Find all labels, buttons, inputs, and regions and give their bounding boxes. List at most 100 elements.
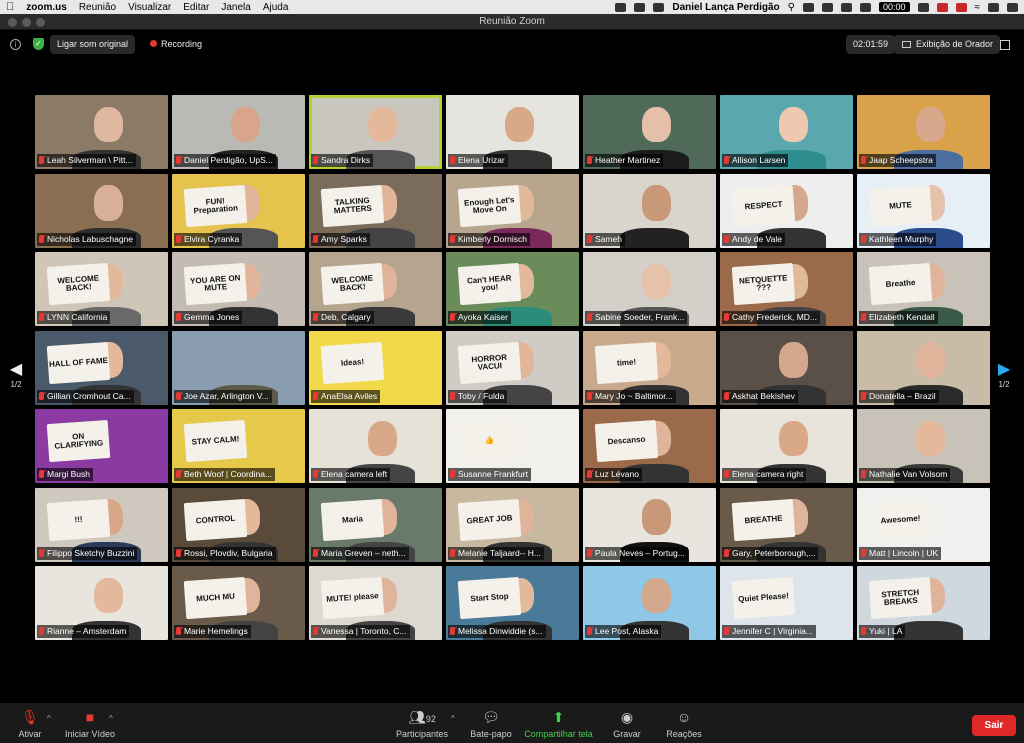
participant-tile[interactable]: ON CLARIFYING Margi Bush <box>35 409 168 483</box>
participant-tile[interactable]: Heather Martinez <box>583 95 716 169</box>
record-button[interactable]: ◉ Gravar <box>597 707 657 739</box>
participant-tile[interactable]: Donatella – Brazil <box>857 330 990 405</box>
user-icon[interactable] <box>653 2 665 12</box>
participant-tile[interactable]: MUTE Kathleen Murphy <box>857 173 990 248</box>
meeting-topbar: i ✓ Ligar som original Recording 02:01:5… <box>0 31 1024 59</box>
participant-tile[interactable]: STAY CALM! Beth Woof | Coordina... <box>172 409 305 483</box>
participant-tile[interactable]: Lee Post, Alaska <box>583 566 716 640</box>
participant-tile[interactable]: Can't HEAR you! Ayoka Kaiser <box>446 252 579 326</box>
menu-janela[interactable]: Janela <box>221 2 250 13</box>
participant-tile[interactable]: Rianne – Amsterdam <box>35 566 168 640</box>
participant-name: Deb, Calgary <box>321 312 371 322</box>
participant-tile[interactable]: YOU ARE ON MUTE Gemma Jones <box>172 252 305 326</box>
menu-ajuda[interactable]: Ajuda <box>263 2 289 13</box>
next-page-button[interactable]: ▶ 1/2 <box>997 360 1011 400</box>
participant-tile[interactable]: Joe Azar, Arlington V... <box>172 330 305 405</box>
chat-button[interactable]: 💬︎ Bate-papo <box>461 707 521 739</box>
participant-tile[interactable]: MUCH MU Marie Hemelings <box>172 566 305 640</box>
participant-tile[interactable]: MUTE! please Vanessa | Toronto, C... <box>309 566 442 640</box>
participant-tile[interactable]: CONTROL Rossi, Plovdiv, Bulgaria <box>172 487 305 562</box>
start-video-button[interactable]: ■ Iniciar Vídeo <box>60 707 120 739</box>
leave-meeting-button[interactable]: Sair <box>972 715 1016 736</box>
search-icon[interactable]: ⚲ <box>788 2 795 13</box>
participant-tile[interactable]: RESPECT Andy de Vale <box>720 173 853 248</box>
participant-tile[interactable]: HALL OF FAME Gillian Cromhout Ca... <box>35 330 168 405</box>
fullscreen-window-icon[interactable] <box>36 18 45 27</box>
participant-tile[interactable]: Nathalie Van Volsom <box>857 409 990 483</box>
share-screen-button[interactable]: ⬆ Compartilhar tela <box>521 707 596 739</box>
tray-icon[interactable] <box>615 2 627 12</box>
participant-tile[interactable]: STRETCH BREAKS Yuki | LA <box>857 566 990 640</box>
cloud-icon[interactable] <box>840 2 852 12</box>
participant-tile[interactable]: Elena camera left <box>309 409 442 483</box>
participant-tile[interactable]: BREATHE Gary, Peterborough,... <box>720 487 853 562</box>
unmute-button[interactable]: 🎙︎ Ativar <box>0 707 60 739</box>
menu-visualizar[interactable]: Visualizar <box>128 2 171 13</box>
control-center-icon[interactable] <box>988 2 999 12</box>
dropbox-icon[interactable] <box>634 2 646 12</box>
participant-sign: ON CLARIFYING <box>47 420 111 463</box>
siri-icon[interactable] <box>1007 2 1018 12</box>
participant-tile[interactable]: Ideas! AnaElsa Aviles <box>309 330 442 405</box>
participant-tile[interactable]: Leah Silverman \ Pitt... <box>35 95 168 169</box>
participant-tile[interactable]: Paula Neves – Portug... <box>583 487 716 562</box>
recording-indicator[interactable]: Recording <box>150 39 202 49</box>
menu-app-name[interactable]: zoom.us <box>26 2 67 13</box>
participant-tile[interactable]: Sandra Dirks <box>309 95 442 169</box>
participant-tile[interactable]: Askhat Bekishev <box>720 330 853 405</box>
video-options-chevron-icon[interactable]: ^ <box>109 714 113 723</box>
close-window-icon[interactable] <box>8 18 17 27</box>
participant-tile[interactable]: Nicholas Labuschagne <box>35 173 168 248</box>
participant-tile[interactable]: Start Stop Melissa Dinwiddie (s... <box>446 566 579 640</box>
info-icon[interactable]: i <box>10 39 21 50</box>
participant-tile[interactable]: Jaap Scheepstra <box>857 95 990 169</box>
tray-icon[interactable] <box>955 2 967 12</box>
view-mode-button[interactable]: Exibição de Orador <box>894 35 1001 54</box>
participant-tile[interactable]: Quiet Please! Jennifer C | Virginia... <box>720 566 853 640</box>
participant-tile[interactable]: Elena Urizar <box>446 95 579 169</box>
prev-page-button[interactable]: ◀ 1/2 <box>9 360 23 400</box>
participant-tile[interactable]: Daniel Perdigão, UpS... <box>172 95 305 169</box>
participant-tile[interactable]: WELCOME BACK! LYNN California <box>35 252 168 326</box>
tray-icon[interactable] <box>802 2 814 12</box>
fullscreen-icon[interactable] <box>1000 40 1010 50</box>
participant-tile[interactable]: Allison Larsen <box>720 95 853 169</box>
menubar-clock[interactable]: 00:00 <box>878 2 910 12</box>
participant-name: LYNN California <box>47 312 108 322</box>
participant-tile[interactable]: GREAT JOB Melanie Taljaard-- H... <box>446 487 579 562</box>
participant-tile[interactable]: FUN! Preparation Elvira Cyranka <box>172 173 305 248</box>
participant-tile[interactable]: time! Mary Jo ~ Baltimor... <box>583 330 716 405</box>
participant-tile[interactable]: Elena camera right <box>720 409 853 483</box>
minimize-window-icon[interactable] <box>22 18 31 27</box>
participant-tile[interactable]: 👍 Susanne Frankfurt <box>446 409 579 483</box>
participant-tile[interactable]: WELCOME BACK! Deb, Calgary <box>309 252 442 326</box>
participant-tile[interactable]: Breathe Elizabeth Kendall <box>857 252 990 326</box>
menubar-user[interactable]: Daniel Lança Perdigão <box>672 2 779 13</box>
shield-icon[interactable] <box>936 2 948 12</box>
apple-icon[interactable]:  <box>6 1 14 13</box>
participant-tile[interactable]: TALKING MATTERS Amy Sparks <box>309 173 442 248</box>
participant-tile[interactable]: !!! Filippo Sketchy Buzzini <box>35 487 168 562</box>
tray-icon[interactable] <box>917 2 929 12</box>
participant-tile[interactable]: Maria Maria Greven – neth... <box>309 487 442 562</box>
participant-tile[interactable]: Awesome! Matt | Lincoln | UK <box>857 487 990 562</box>
participant-tile[interactable]: Enough Let's Move On Kimberly Dornisch <box>446 173 579 248</box>
menu-reuniao[interactable]: Reunião <box>79 2 116 13</box>
participants-options-chevron-icon[interactable]: ^ <box>451 714 455 723</box>
participant-tile[interactable]: Sabine Soeder, Frank... <box>583 252 716 326</box>
audio-options-chevron-icon[interactable]: ^ <box>47 714 51 723</box>
participants-button[interactable]: 👥︎92 Participantes <box>392 707 452 739</box>
reactions-button[interactable]: ☺ Reações <box>654 707 714 739</box>
participant-tile[interactable]: Sameh <box>583 173 716 248</box>
participant-tile[interactable]: Descanso Luz Lévano <box>583 409 716 483</box>
participant-face <box>778 106 808 143</box>
participant-tile[interactable]: HORROR VACUI Toby / Fulda <box>446 330 579 405</box>
start-video-label: Iniciar Vídeo <box>64 729 116 739</box>
tray-icon[interactable] <box>859 2 871 12</box>
encryption-shield-icon[interactable]: ✓ <box>33 38 44 50</box>
menu-editar[interactable]: Editar <box>183 2 209 13</box>
original-sound-button[interactable]: Ligar som original <box>50 35 136 54</box>
wifi-icon[interactable]: ≈ <box>975 2 981 13</box>
tray-icon[interactable] <box>821 2 833 12</box>
participant-tile[interactable]: NETQUETTE ??? Cathy Frederick, MD... <box>720 252 853 326</box>
